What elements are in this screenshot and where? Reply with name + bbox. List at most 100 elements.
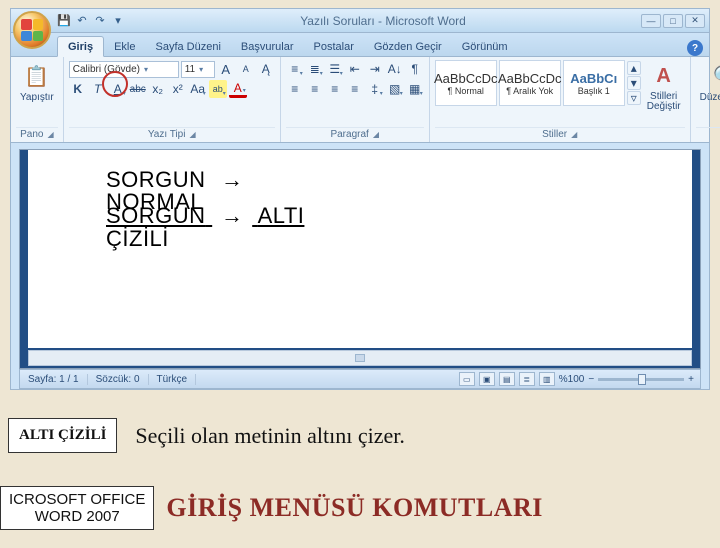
align-left-button[interactable]: ≡ xyxy=(286,80,304,98)
window-title: Yazılı Soruları - Microsoft Word xyxy=(125,14,641,28)
justify-button[interactable]: ≡ xyxy=(346,80,364,98)
document-page[interactable]: SORGUN → NORMAL SORGUN → ALTI ÇİZİLİ xyxy=(28,150,692,348)
tab-gorunum[interactable]: Görünüm xyxy=(452,37,518,56)
status-lang[interactable]: Türkçe xyxy=(149,374,197,385)
arrow-icon: → xyxy=(212,204,252,228)
style-no-spacing[interactable]: AaBbCcDc¶ Aralık Yok xyxy=(499,60,561,106)
undo-icon[interactable]: ↶ xyxy=(75,14,89,28)
paste-label: Yapıştır xyxy=(20,92,54,103)
help-button[interactable]: ? xyxy=(687,40,703,56)
group-styles: AaBbCcDc¶ Normal AaBbCcDc¶ Aralık Yok Aa… xyxy=(430,57,691,142)
superscript-button[interactable]: x² xyxy=(169,80,187,98)
change-styles-button[interactable]: A Stilleri Değiştir xyxy=(643,60,685,114)
group-font: Calibri (Gövde)▾ 11▾ A A Ą K T A▾ abc x₂… xyxy=(64,57,281,142)
show-marks-button[interactable]: ¶ xyxy=(406,60,424,78)
group-clipboard-label: Pano xyxy=(20,129,43,140)
office-button[interactable] xyxy=(13,11,51,49)
decrease-indent-button[interactable]: ⇤ xyxy=(346,60,364,78)
view-print-layout[interactable]: ▭ xyxy=(459,372,475,386)
doc-text: ÇİZİLİ xyxy=(106,226,169,251)
subscript-button[interactable]: x₂ xyxy=(149,80,167,98)
borders-button[interactable]: ▦▾ xyxy=(406,80,424,98)
qat-more-icon[interactable]: ▾ xyxy=(111,14,125,28)
tab-giris[interactable]: Giriş xyxy=(57,36,104,57)
align-right-button[interactable]: ≡ xyxy=(326,80,344,98)
dialog-launcher-icon[interactable]: ◢ xyxy=(189,130,195,139)
group-clipboard: 📋 Yapıştır Pano ◢ xyxy=(11,57,64,142)
footer-badge: ICROSOFT OFFICE WORD 2007 xyxy=(0,486,154,531)
zoom-out-button[interactable]: − xyxy=(588,374,594,385)
dialog-launcher-icon[interactable]: ◢ xyxy=(47,130,53,139)
horizontal-scrollbar[interactable] xyxy=(28,350,692,366)
group-paragraph: ≡▾ ≣▾ ☰▾ ⇤ ⇥ A↓ ¶ ≡ ≡ ≡ ≡ ‡▾ ▧▾ ▦▾ xyxy=(281,57,430,142)
ribbon: 📋 Yapıştır Pano ◢ Calibri (Gövde)▾ 11▾ A … xyxy=(11,57,709,143)
bold-button[interactable]: K xyxy=(69,80,87,98)
change-case-button[interactable]: Aa▾ xyxy=(189,80,207,98)
view-full-screen[interactable]: ▣ xyxy=(479,372,495,386)
quick-access-toolbar: 💾 ↶ ↷ ▾ xyxy=(57,14,125,28)
align-center-button[interactable]: ≡ xyxy=(306,80,324,98)
tab-postalar[interactable]: Postalar xyxy=(304,37,364,56)
minimize-button[interactable]: — xyxy=(641,14,661,28)
clear-format-button[interactable]: Ą xyxy=(257,60,275,78)
tab-ekle[interactable]: Ekle xyxy=(104,37,145,56)
shrink-font-button[interactable]: A xyxy=(237,60,255,78)
feature-description: Seçili olan metinin altını çizer. xyxy=(135,423,404,449)
tab-gozden-gecir[interactable]: Gözden Geçir xyxy=(364,37,452,56)
style-heading1[interactable]: AaBbCıBaşlık 1 xyxy=(563,60,625,106)
strike-button[interactable]: abc xyxy=(129,80,147,98)
shading-button[interactable]: ▧▾ xyxy=(386,80,404,98)
font-size-combo[interactable]: 11▾ xyxy=(181,61,215,78)
increase-indent-button[interactable]: ⇥ xyxy=(366,60,384,78)
document-area: SORGUN → NORMAL SORGUN → ALTI ÇİZİLİ xyxy=(19,149,701,369)
group-styles-label: Stiller xyxy=(542,129,567,140)
bullets-button[interactable]: ≡▾ xyxy=(286,60,304,78)
dialog-launcher-icon[interactable]: ◢ xyxy=(373,130,379,139)
find-button[interactable]: 🔍 Düzenleme xyxy=(696,60,720,105)
numbering-button[interactable]: ≣▾ xyxy=(306,60,324,78)
italic-button[interactable]: T xyxy=(89,80,107,98)
status-bar: Sayfa: 1 / 1 Sözcük: 0 Türkçe ▭ ▣ ▤ ≣ ▥ … xyxy=(19,369,701,389)
arrow-icon: → xyxy=(212,168,252,192)
feature-badge: ALTI ÇİZİLİ xyxy=(8,418,117,453)
status-words[interactable]: Sözcük: 0 xyxy=(88,374,149,385)
line-spacing-button[interactable]: ‡▾ xyxy=(366,80,384,98)
maximize-button[interactable]: □ xyxy=(663,14,683,28)
editing-label: Düzenleme xyxy=(700,92,720,103)
footer-title: GİRİŞ MENÜSÜ KOMUTLARI xyxy=(166,493,543,523)
underline-button[interactable]: A▾ xyxy=(109,80,127,98)
change-styles-icon: A xyxy=(650,62,678,90)
paste-icon: 📋 xyxy=(23,62,51,90)
ribbon-tabs: Giriş Ekle Sayfa Düzeni Başvurular Posta… xyxy=(11,33,709,57)
zoom-in-button[interactable]: + xyxy=(688,374,694,385)
styles-more-button[interactable]: ▿ xyxy=(627,91,641,105)
tab-basvurular[interactable]: Başvurular xyxy=(231,37,304,56)
view-web[interactable]: ▤ xyxy=(499,372,515,386)
group-font-label: Yazı Tipi xyxy=(148,129,186,140)
multilevel-button[interactable]: ☰▾ xyxy=(326,60,344,78)
grow-font-button[interactable]: A xyxy=(217,60,235,78)
tab-sayfa-duzeni[interactable]: Sayfa Düzeni xyxy=(145,37,230,56)
find-icon: 🔍 xyxy=(711,62,720,90)
sort-button[interactable]: A↓ xyxy=(386,60,404,78)
zoom-slider[interactable] xyxy=(598,378,684,381)
font-family-combo[interactable]: Calibri (Gövde)▾ xyxy=(69,61,179,78)
font-color-button[interactable]: A▾ xyxy=(229,80,247,98)
zoom-label[interactable]: %100 xyxy=(559,374,585,385)
view-draft[interactable]: ▥ xyxy=(539,372,555,386)
paste-button[interactable]: 📋 Yapıştır xyxy=(16,60,58,105)
group-editing: 🔍 Düzenleme xyxy=(691,57,720,142)
highlight-button[interactable]: ab▾ xyxy=(209,80,227,98)
doc-text: ALTI xyxy=(258,203,305,228)
status-page[interactable]: Sayfa: 1 / 1 xyxy=(20,374,88,385)
style-normal[interactable]: AaBbCcDc¶ Normal xyxy=(435,60,497,106)
dialog-launcher-icon[interactable]: ◢ xyxy=(571,130,577,139)
group-paragraph-label: Paragraf xyxy=(330,129,368,140)
change-styles-label: Stilleri Değiştir xyxy=(647,92,681,112)
redo-icon[interactable]: ↷ xyxy=(93,14,107,28)
close-button[interactable]: ✕ xyxy=(685,14,705,28)
view-outline[interactable]: ≣ xyxy=(519,372,535,386)
save-icon[interactable]: 💾 xyxy=(57,14,71,28)
styles-up-button[interactable]: ▴ xyxy=(627,61,641,75)
styles-down-button[interactable]: ▾ xyxy=(627,76,641,90)
